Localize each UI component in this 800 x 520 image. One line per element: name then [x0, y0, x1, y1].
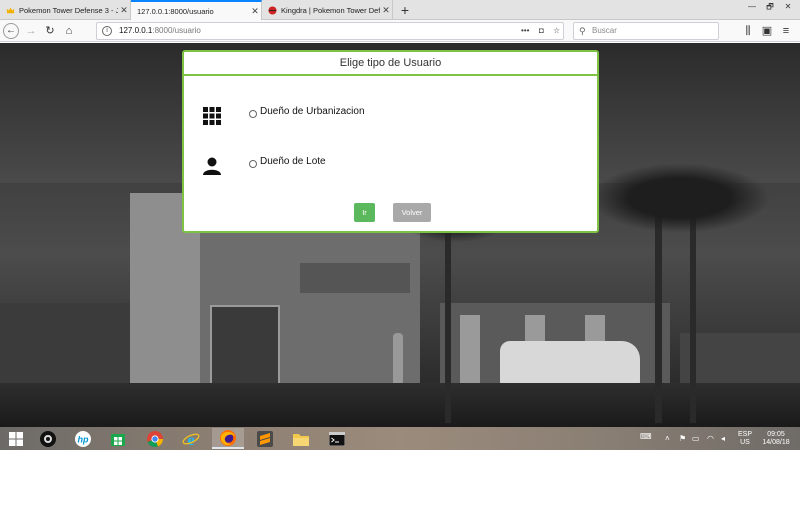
- search-placeholder: Buscar: [592, 26, 617, 35]
- radio-lote[interactable]: [249, 160, 257, 168]
- taskbar-firefox[interactable]: [212, 428, 244, 449]
- option-label: Dueño de Urbanizacion: [260, 106, 365, 117]
- building-balcony: [300, 263, 410, 293]
- tab-label: Pokemon Tower Defense 3 - Ju: [19, 5, 118, 15]
- reload-button[interactable]: ↻: [42, 23, 58, 39]
- show-hidden-icons-icon[interactable]: ˄: [665, 434, 670, 443]
- close-tab-icon[interactable]: ✕: [380, 5, 392, 16]
- modal-title: Elige tipo de Usuario: [184, 52, 597, 76]
- taskbar-chrome[interactable]: [139, 428, 171, 449]
- ground: [0, 383, 800, 427]
- chrome-icon: [147, 430, 163, 447]
- library-icon[interactable]: ⫼: [740, 23, 756, 39]
- taskbar-sublime-text[interactable]: [249, 428, 281, 449]
- minimize-button[interactable]: —: [744, 0, 760, 14]
- language-indicator[interactable]: ESP US: [736, 431, 754, 446]
- tab-pokemon-tower-defense[interactable]: Pokemon Tower Defense 3 - Ju ✕: [0, 0, 131, 20]
- palm-trunk: [445, 223, 451, 423]
- grid-icon: [203, 107, 221, 125]
- palm-trunk: [655, 213, 662, 423]
- url-host: 127.0.0.1: [119, 26, 153, 35]
- taskbar: hp e ⌨ ˄ ⚑ ▭ ◠ ◂ ESP US 09:05 14/08/18: [0, 427, 800, 450]
- menu-icon[interactable]: ≡: [778, 23, 794, 39]
- tab-bar: Pokemon Tower Defense 3 - Ju ✕ 127.0.0.1…: [0, 0, 800, 20]
- tab-kingdra[interactable]: Kingdra | Pokemon Tower Defe ✕: [262, 0, 393, 20]
- close-tab-icon[interactable]: ✕: [249, 6, 261, 17]
- palm-leaves: [590, 163, 770, 233]
- sublime-text-icon: [257, 430, 273, 447]
- close-window-button[interactable]: ✕: [780, 0, 796, 14]
- windows-logo-icon: [9, 431, 23, 446]
- battery-icon[interactable]: ▭: [692, 434, 700, 443]
- new-tab-button[interactable]: +: [396, 1, 414, 19]
- close-tab-icon[interactable]: ✕: [118, 5, 130, 16]
- option-label: Dueño de Lote: [260, 156, 326, 167]
- tab-usuario[interactable]: 127.0.0.1:8000/usuario ✕: [131, 0, 262, 20]
- shrubs: [0, 303, 130, 383]
- option-urbanizacion[interactable]: Dueño de Urbanizacion: [184, 102, 597, 132]
- search-bar[interactable]: ⚲ Buscar: [573, 22, 719, 40]
- firefox-icon: [220, 429, 236, 446]
- person-figure: [393, 333, 403, 383]
- sidebar-icon[interactable]: ▣: [759, 23, 775, 39]
- clock-time: 09:05: [767, 431, 785, 438]
- keyboard-layout: US: [740, 438, 750, 446]
- nav-bar: ← → ↻ ⌂ i 127.0.0.1:8000/usuario ••• ◘ ☆…: [0, 20, 800, 42]
- webcam-icon: [40, 430, 56, 447]
- page-actions-icon[interactable]: •••: [521, 23, 529, 39]
- start-button[interactable]: [0, 428, 32, 449]
- command-prompt-icon: [329, 431, 345, 446]
- pokemon-favicon-icon: [268, 5, 277, 15]
- back-button[interactable]: ←: [3, 23, 19, 39]
- url-path: :8000/usuario: [152, 26, 201, 35]
- taskbar-file-explorer[interactable]: [285, 428, 317, 449]
- tab-label: Kingdra | Pokemon Tower Defe: [281, 5, 380, 15]
- taskbar-hp[interactable]: hp: [67, 428, 99, 449]
- clock[interactable]: 09:05 14/08/18: [758, 431, 794, 446]
- user-icon: [203, 157, 221, 175]
- blank-area: [0, 450, 800, 520]
- ir-button[interactable]: Ir: [354, 203, 375, 222]
- option-lote[interactable]: Dueño de Lote: [184, 152, 597, 182]
- address-bar[interactable]: i 127.0.0.1:8000/usuario ••• ◘ ☆: [96, 22, 564, 40]
- search-icon: ⚲: [579, 26, 586, 36]
- page-background: Elige tipo de Usuario Dueño de Urbanizac…: [0, 43, 800, 427]
- volver-button[interactable]: Volver: [393, 203, 431, 222]
- taskbar-webcam[interactable]: [32, 428, 64, 449]
- folder-icon: [293, 433, 309, 446]
- language-code: ESP: [737, 431, 752, 438]
- volume-icon[interactable]: ◂: [721, 434, 725, 443]
- flag-icon[interactable]: ⚑: [679, 434, 686, 443]
- forward-button[interactable]: →: [23, 23, 39, 39]
- bookmark-star-icon[interactable]: ☆: [553, 23, 560, 39]
- restore-button[interactable]: 🗗: [762, 0, 778, 14]
- home-button[interactable]: ⌂: [61, 23, 77, 39]
- info-icon[interactable]: i: [102, 26, 112, 36]
- hp-icon: hp: [75, 430, 91, 447]
- pocket-icon[interactable]: ◘: [539, 23, 544, 39]
- taskbar-store[interactable]: [102, 428, 134, 449]
- clock-date: 14/08/18: [762, 438, 790, 446]
- svg-text:hp: hp: [78, 434, 89, 444]
- taskbar-internet-explorer[interactable]: e: [175, 428, 207, 449]
- user-type-modal: Elige tipo de Usuario Dueño de Urbanizac…: [182, 50, 599, 233]
- car: [500, 341, 640, 386]
- store-icon: [111, 433, 125, 446]
- keyboard-icon[interactable]: ⌨: [640, 432, 652, 441]
- wifi-icon[interactable]: ◠: [707, 434, 714, 443]
- radio-urbanizacion[interactable]: [249, 110, 257, 118]
- crown-icon: [6, 7, 15, 13]
- screen: Pokemon Tower Defense 3 - Ju ✕ 127.0.0.1…: [0, 0, 800, 520]
- tab-label: 127.0.0.1:8000/usuario: [137, 6, 214, 16]
- internet-explorer-icon: e: [182, 432, 200, 448]
- taskbar-command-prompt[interactable]: [321, 428, 353, 449]
